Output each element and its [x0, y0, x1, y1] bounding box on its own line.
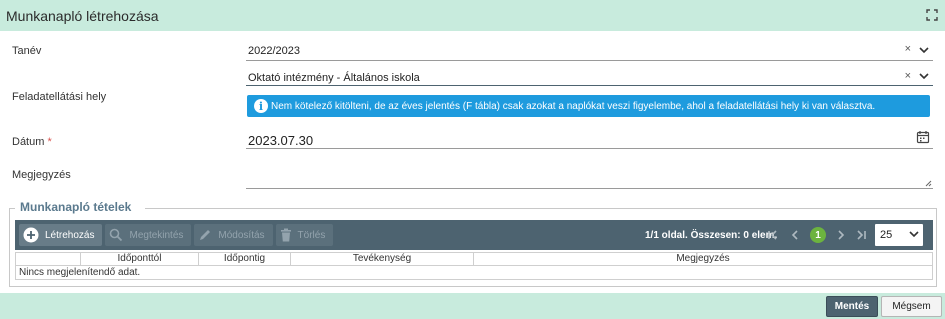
dialog-titlebar: Munkanapló létrehozása	[0, 0, 945, 31]
cancel-button[interactable]: Mégsem	[881, 296, 942, 317]
trash-icon	[280, 228, 292, 242]
info-icon: i	[254, 99, 268, 113]
chevron-down-icon[interactable]	[919, 45, 929, 55]
info-banner: i Nem kötelező kitölteni, de az éves jel…	[247, 95, 930, 117]
delete-button[interactable]: Törlés	[275, 224, 334, 246]
view-button[interactable]: Megtekintés	[105, 224, 192, 246]
feladat-label: Feladatellátási hely	[12, 91, 107, 103]
next-page-icon[interactable]	[835, 229, 847, 241]
items-toolbar: Létrehozás Megtekintés Módosítás Törlés …	[15, 220, 933, 250]
chevron-down-icon	[909, 231, 919, 238]
resize-handle-icon[interactable]	[925, 180, 932, 187]
pencil-icon	[198, 228, 212, 242]
pager-summary: 1/1 oldal. Összesen: 0 elem.	[645, 220, 777, 250]
chevron-down-icon[interactable]	[919, 71, 929, 81]
current-page[interactable]: 1	[810, 227, 826, 243]
prev-page-icon[interactable]	[789, 229, 801, 241]
tanev-label: Tanév	[12, 45, 42, 57]
tanev-clear-icon[interactable]: ×	[905, 43, 911, 55]
megj-textarea[interactable]	[246, 165, 933, 189]
empty-message: Nincs megjelenítendő adat.	[15, 266, 933, 280]
feladat-select[interactable]: Oktató intézmény - Általános iskola ×	[246, 67, 933, 86]
grid-header: Időponttól Időpontig Tevékenység Megjegy…	[15, 252, 933, 266]
feladat-value: Oktató intézmény - Általános iskola	[248, 72, 420, 84]
page-size-select[interactable]: 25	[875, 224, 923, 246]
datum-value: 2023.07.30	[248, 133, 314, 148]
dialog-title: Munkanapló létrehozása	[6, 7, 159, 24]
info-text: Nem kötelező kitölteni, de az éves jelen…	[271, 100, 876, 112]
calendar-icon[interactable]	[916, 130, 930, 144]
required-marker: *	[47, 136, 52, 148]
items-section-title: Munkanapló tételek	[18, 200, 134, 214]
datum-label: Dátum *	[12, 136, 52, 148]
last-page-icon[interactable]	[855, 229, 867, 241]
feladat-clear-icon[interactable]: ×	[905, 70, 911, 82]
create-button-label: Létrehozás	[45, 229, 95, 241]
dialog-footer: Mentés Mégsem	[0, 293, 945, 319]
grid-header-spacer	[16, 253, 81, 265]
delete-button-label: Törlés	[297, 229, 326, 241]
column-header[interactable]: Időpontig	[199, 253, 291, 265]
view-button-label: Megtekintés	[129, 229, 184, 241]
megj-label: Megjegyzés	[12, 169, 71, 181]
datum-input[interactable]: 2023.07.30	[246, 130, 933, 149]
edit-button[interactable]: Módosítás	[194, 224, 273, 246]
search-icon	[109, 228, 123, 242]
first-page-icon[interactable]	[767, 229, 779, 241]
tanev-select[interactable]: 2022/2023 ×	[246, 41, 933, 61]
tanev-value: 2022/2023	[248, 45, 300, 57]
column-header[interactable]: Tevékenység	[291, 253, 474, 265]
pager-summary-text: 1/1 oldal. Összesen: 0 elem.	[645, 229, 778, 241]
dialog: Munkanapló létrehozása Tanév 2022/2023 ×…	[0, 0, 945, 319]
plus-circle-icon	[23, 227, 39, 243]
edit-button-label: Módosítás	[218, 229, 265, 241]
fieldset-border	[9, 208, 15, 209]
page-size-value: 25	[880, 229, 893, 241]
create-button[interactable]: Létrehozás	[19, 224, 103, 246]
datum-label-text: Dátum	[12, 136, 45, 148]
column-header[interactable]: Megjegyzés	[474, 253, 932, 265]
fieldset-border	[145, 208, 937, 209]
save-button[interactable]: Mentés	[826, 296, 878, 317]
maximize-icon[interactable]	[926, 9, 938, 21]
column-header[interactable]: Időponttól	[81, 253, 199, 265]
